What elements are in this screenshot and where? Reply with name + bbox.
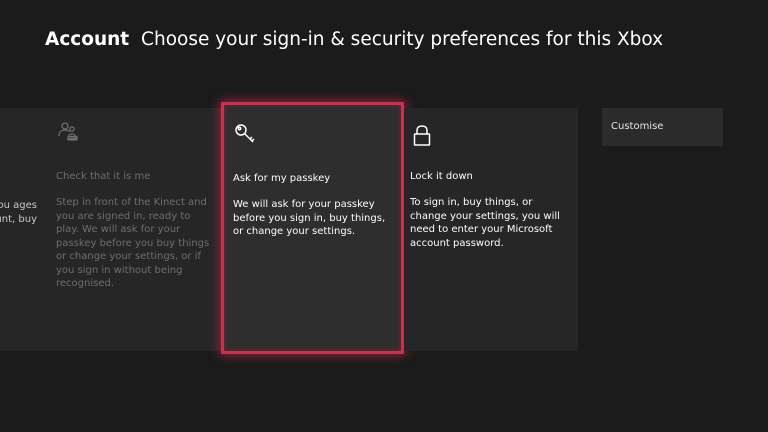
option-card-passkey[interactable]: Ask for my passkey We will ask for your … (221, 102, 404, 354)
option-description-kinect: Step in front of the Kinect and you are … (56, 197, 210, 289)
section-title: Account (45, 29, 130, 50)
option-card-lock[interactable]: Lock it down To sign in, buy things, or … (404, 108, 578, 351)
option-title-lock: Lock it down (410, 171, 473, 182)
customise-label: Customise (611, 121, 664, 132)
kinect-user-icon (56, 120, 80, 144)
lock-icon (410, 123, 434, 147)
partial-text: sign you ages account, buy (0, 200, 37, 225)
customise-button[interactable]: Customise (602, 108, 723, 146)
option-title-kinect: Check that it is me (56, 171, 151, 182)
option-partial-description: sign you ages account, buy (0, 199, 37, 226)
option-card-kinect[interactable]: Check that it is me Step in front of the… (46, 108, 222, 351)
xbox-account-security-screen: Account Choose your sign-in & security p… (0, 0, 768, 432)
option-title-passkey: Ask for my passkey (233, 173, 331, 184)
option-description-passkey: We will ask for your passkey before you … (233, 199, 386, 237)
key-icon (233, 122, 257, 146)
page-header: Account Choose your sign-in & security p… (45, 27, 663, 53)
option-description-lock: To sign in, buy things, or change your s… (410, 197, 560, 249)
page-subtitle: Choose your sign-in & security preferenc… (141, 29, 664, 50)
option-card-partial[interactable]: sign you ages account, buy (0, 108, 46, 351)
